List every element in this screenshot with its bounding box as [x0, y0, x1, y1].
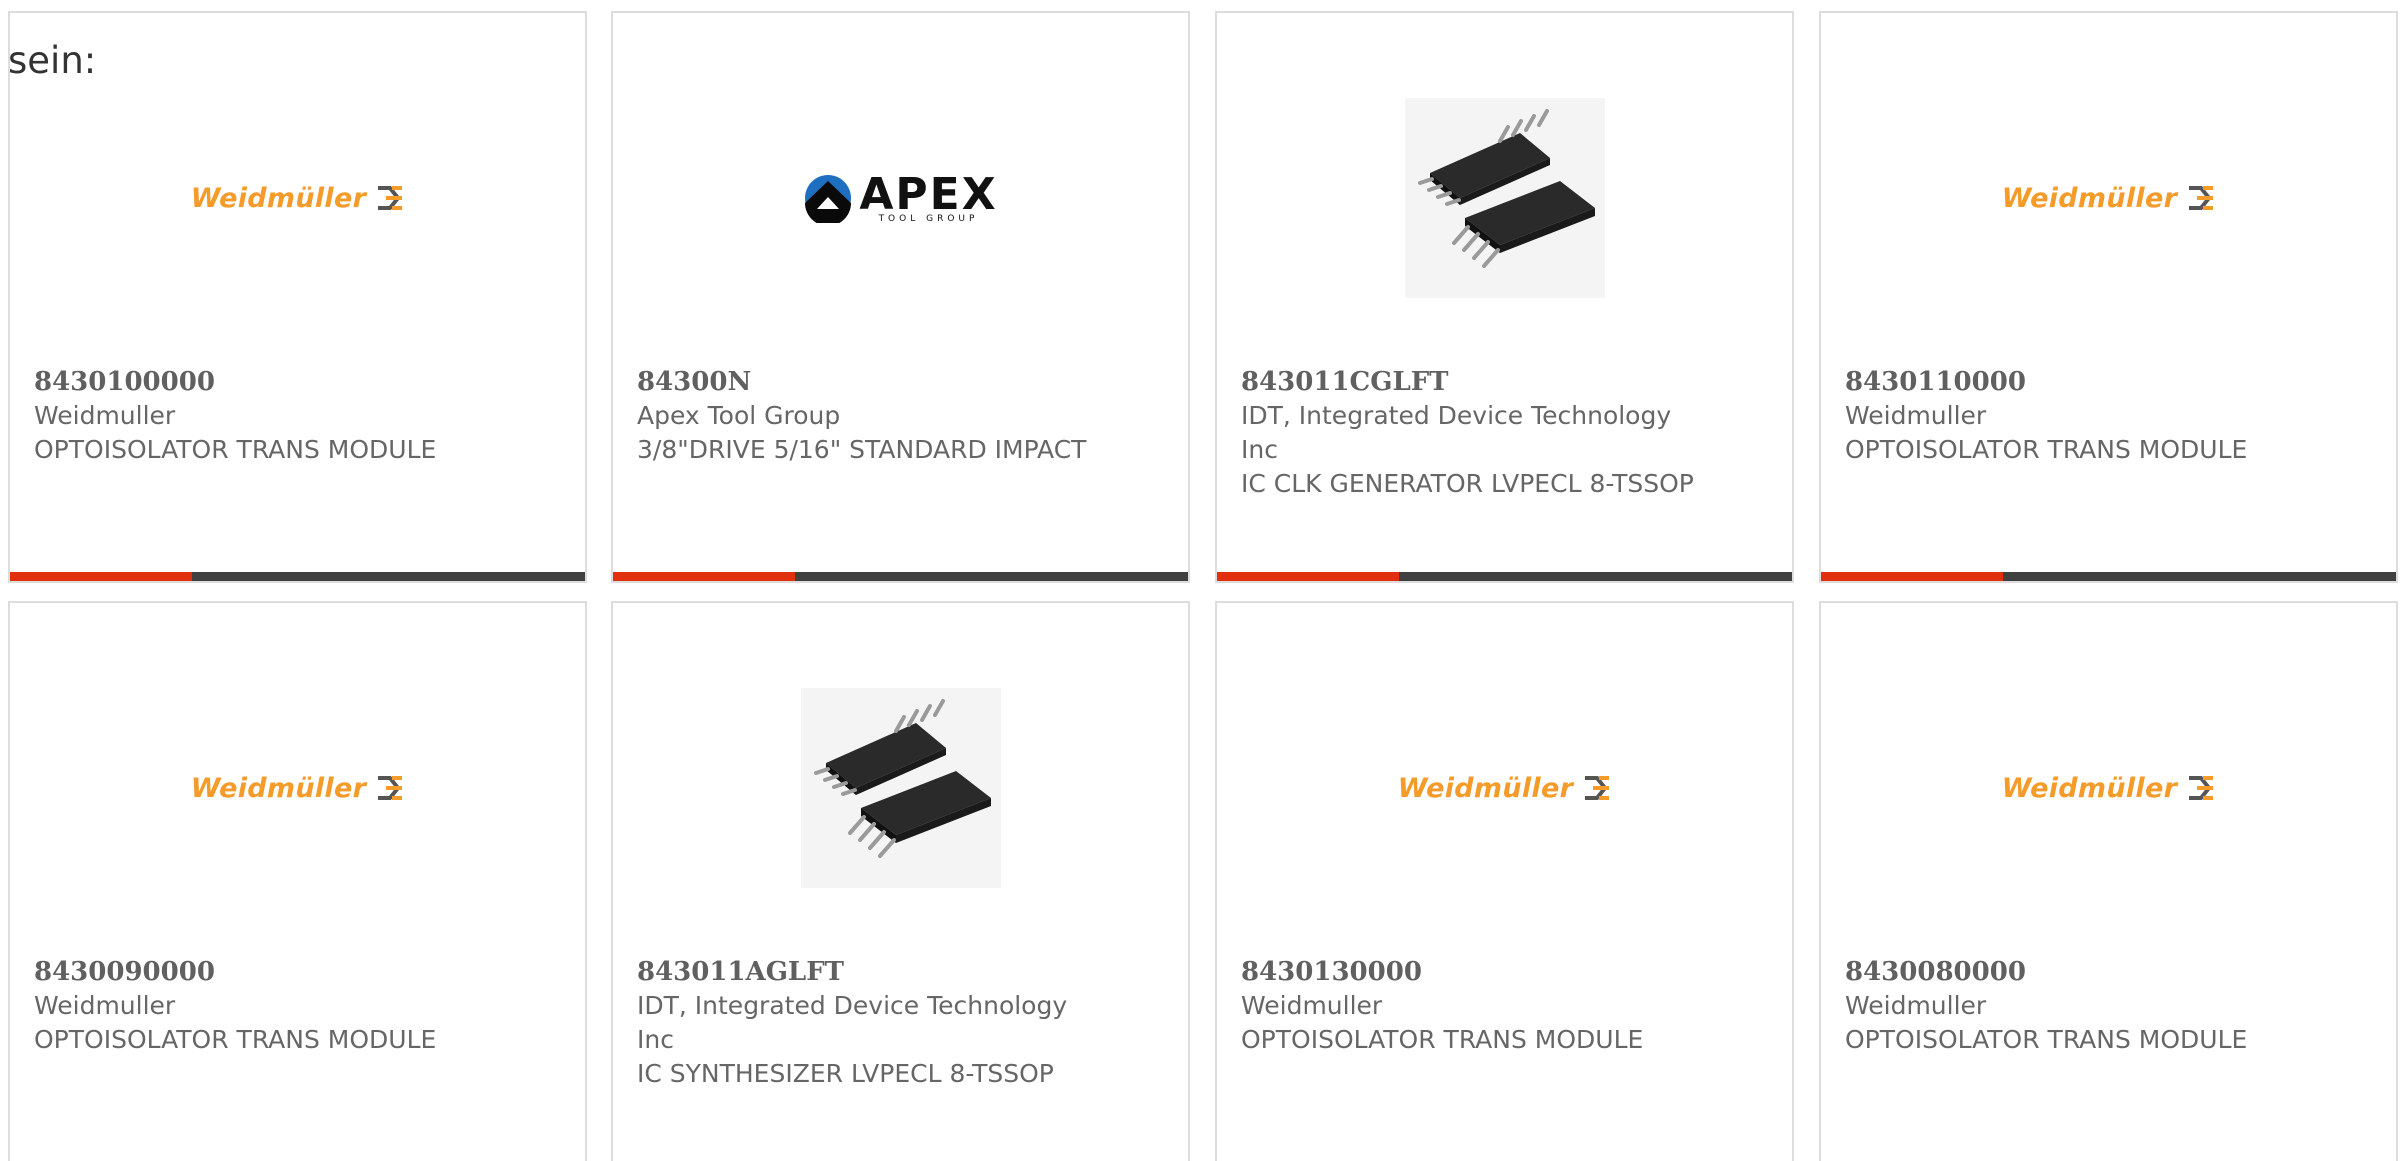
card-bottom-bar [1217, 572, 1792, 581]
product-card[interactable]: Weidmüller 8430090000 Weidmuller OPTOISO… [8, 601, 587, 1161]
manufacturer: Weidmuller [1845, 991, 1987, 1020]
card-bottom-bar [10, 572, 585, 581]
product-image[interactable] [1217, 73, 1792, 323]
weidmuller-logo-text: Weidmüller [190, 772, 367, 804]
product-info: 843011AGLFT IDT, Integrated Device Techn… [637, 955, 1107, 1091]
weidmuller-logo: Weidmüller [191, 773, 404, 804]
manufacturer: Weidmuller [34, 401, 176, 430]
part-number[interactable]: 843011CGLFT [1241, 365, 1711, 399]
apex-tool-group-logo: APEX TOOL GROUP [803, 168, 998, 224]
product-image[interactable]: Weidmüller [10, 663, 585, 913]
description: IC CLK GENERATOR LVPECL 8-TSSOP [1241, 469, 1694, 498]
weidmuller-logo-text: Weidmüller [2001, 772, 2178, 804]
weidmuller-symbol-icon [378, 186, 403, 210]
part-number[interactable]: 8430100000 [34, 365, 504, 399]
weidmuller-symbol-icon [2189, 186, 2214, 210]
product-image[interactable]: Weidmüller [1217, 663, 1792, 913]
part-number[interactable]: 8430090000 [34, 955, 504, 989]
product-info: 84300N Apex Tool Group 3/8"DRIVE 5/16" S… [637, 365, 1107, 467]
product-info: 8430110000 Weidmuller OPTOISOLATOR TRANS… [1845, 365, 2315, 467]
product-card[interactable]: Weidmüller 8430100000 Weidmuller OPTOISO… [8, 11, 587, 583]
weidmuller-logo: Weidmüller [1398, 773, 1611, 804]
description: 3/8"DRIVE 5/16" STANDARD IMPACT [637, 435, 1087, 464]
weidmuller-logo: Weidmüller [2002, 773, 2215, 804]
product-photo [1404, 98, 1605, 298]
product-grid-page: sein: Weidmüller 8430100000 Weidmuller O… [0, 0, 2400, 1161]
product-info: 8430080000 Weidmuller OPTOISOLATOR TRANS… [1845, 955, 2315, 1057]
manufacturer: IDT, Integrated Device Technology Inc [1241, 401, 1672, 464]
weidmuller-symbol-icon [378, 776, 403, 800]
product-photo [800, 688, 1001, 888]
product-card[interactable]: Weidmüller 8430080000 Weidmuller OPTOISO… [1819, 601, 2398, 1161]
manufacturer: Weidmuller [1845, 401, 1987, 430]
part-number[interactable]: 8430080000 [1845, 955, 2315, 989]
description: OPTOISOLATOR TRANS MODULE [34, 435, 437, 464]
card-bottom-bar [1821, 572, 2396, 581]
weidmuller-logo-text: Weidmüller [2001, 182, 2178, 214]
apex-globe-icon [805, 175, 852, 223]
product-image[interactable]: Weidmüller [10, 73, 585, 323]
card-accent-bar [1217, 572, 1399, 581]
weidmuller-logo-text: Weidmüller [1397, 772, 1574, 804]
manufacturer: IDT, Integrated Device Technology Inc [637, 991, 1068, 1054]
card-accent-bar [1821, 572, 2003, 581]
apex-logo-subtext: TOOL GROUP [878, 213, 979, 224]
product-image[interactable] [613, 663, 1188, 913]
manufacturer: Weidmuller [34, 991, 176, 1020]
weidmuller-logo: Weidmüller [2002, 183, 2215, 214]
product-card[interactable]: 843011CGLFT IDT, Integrated Device Techn… [1215, 11, 1794, 583]
weidmuller-logo-text: Weidmüller [190, 182, 367, 214]
description: OPTOISOLATOR TRANS MODULE [1845, 435, 2248, 464]
weidmuller-logo: Weidmüller [191, 183, 404, 214]
product-image[interactable]: APEX TOOL GROUP [613, 73, 1188, 323]
product-info: 843011CGLFT IDT, Integrated Device Techn… [1241, 365, 1711, 501]
product-info: 8430090000 Weidmuller OPTOISOLATOR TRANS… [34, 955, 504, 1057]
apex-logo-text: APEX [859, 168, 998, 220]
product-card[interactable]: Weidmüller 8430110000 Weidmuller OPTOISO… [1819, 11, 2398, 583]
product-image[interactable]: Weidmüller [1821, 73, 2396, 323]
part-number[interactable]: 8430130000 [1241, 955, 1711, 989]
part-number[interactable]: 843011AGLFT [637, 955, 1107, 989]
product-card[interactable]: 843011AGLFT IDT, Integrated Device Techn… [611, 601, 1190, 1161]
card-bottom-bar [613, 572, 1188, 581]
card-accent-bar [10, 572, 192, 581]
product-info: 8430130000 Weidmuller OPTOISOLATOR TRANS… [1241, 955, 1711, 1057]
product-image[interactable]: Weidmüller [1821, 663, 2396, 913]
lead-text: sein: [8, 39, 97, 82]
tssop-chip-image [813, 699, 991, 858]
part-number[interactable]: 84300N [637, 365, 1107, 399]
weidmuller-symbol-icon [2189, 776, 2214, 800]
manufacturer: Weidmuller [1241, 991, 1383, 1020]
weidmuller-symbol-icon [1585, 776, 1610, 800]
description: OPTOISOLATOR TRANS MODULE [1241, 1025, 1644, 1054]
part-number[interactable]: 8430110000 [1845, 365, 2315, 399]
manufacturer: Apex Tool Group [637, 401, 841, 430]
tssop-chip-image [1417, 109, 1595, 268]
product-card[interactable]: Weidmüller 8430130000 Weidmuller OPTOISO… [1215, 601, 1794, 1161]
description: OPTOISOLATOR TRANS MODULE [34, 1025, 437, 1054]
product-card[interactable]: APEX TOOL GROUP 84300N Apex Tool Group 3… [611, 11, 1190, 583]
description: OPTOISOLATOR TRANS MODULE [1845, 1025, 2248, 1054]
card-accent-bar [613, 572, 795, 581]
product-info: 8430100000 Weidmuller OPTOISOLATOR TRANS… [34, 365, 504, 467]
description: IC SYNTHESIZER LVPECL 8-TSSOP [637, 1059, 1054, 1088]
